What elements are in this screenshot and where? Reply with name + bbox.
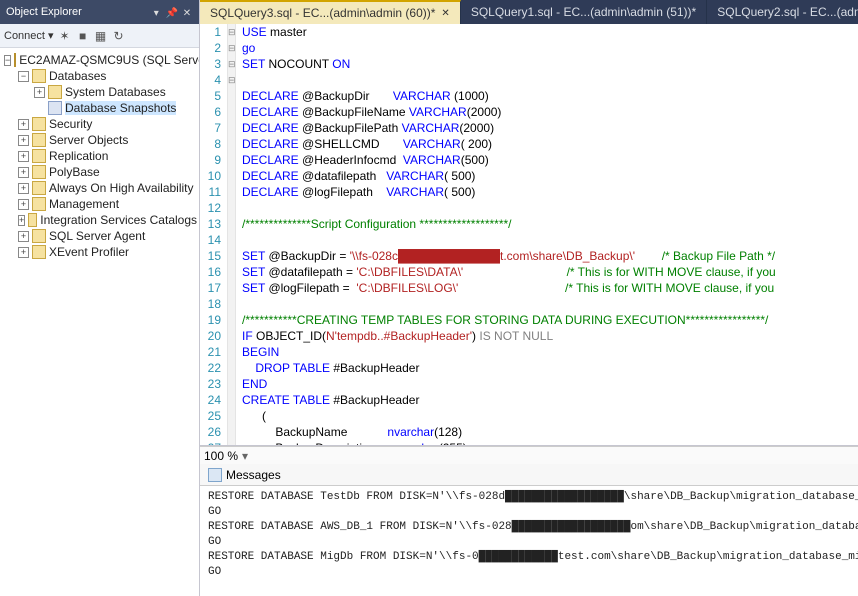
tree-system-databases[interactable]: + System Databases <box>2 84 197 100</box>
messages-icon <box>208 468 222 482</box>
expand-icon[interactable]: + <box>18 199 29 210</box>
tab-label: SQLQuery1.sql - EC...(admin\admin (51))* <box>471 5 696 19</box>
tree-label: Always On High Availability <box>49 181 194 195</box>
tab-sqlquery3[interactable]: SQLQuery3.sql - EC...(admin\admin (60))*… <box>200 0 461 24</box>
editor-tabs: SQLQuery3.sql - EC...(admin\admin (60))*… <box>200 0 858 24</box>
expand-icon[interactable]: + <box>34 87 45 98</box>
editor-area: SQLQuery3.sql - EC...(admin\admin (60))*… <box>200 0 858 596</box>
tree-label: System Databases <box>65 85 166 99</box>
autohide-icon[interactable]: 📌 <box>166 8 178 20</box>
expand-icon[interactable]: + <box>18 231 29 242</box>
object-explorer-tree: − EC2AMAZ-QSMC9US (SQL Server 15.0.4… − … <box>0 48 199 596</box>
messages-pane[interactable]: RESTORE DATABASE TestDb FROM DISK=N'\\fs… <box>200 486 858 596</box>
tree-label: Security <box>49 117 92 131</box>
folder-icon <box>32 181 46 195</box>
folder-icon <box>32 165 46 179</box>
tree-label: Integration Services Catalogs <box>40 213 197 227</box>
collapse-icon[interactable]: − <box>18 71 29 82</box>
tab-close-icon[interactable]: ✕ <box>441 8 449 19</box>
tree-aoha[interactable]: + Always On High Availability <box>2 180 197 196</box>
tree-security[interactable]: + Security <box>2 116 197 132</box>
tab-sqlquery1[interactable]: SQLQuery1.sql - EC...(admin\admin (51))* <box>461 0 707 24</box>
code-editor[interactable]: 1234567891011121314151617181920212223242… <box>200 24 858 446</box>
messages-tab-label: Messages <box>226 468 281 482</box>
snapshot-icon <box>48 101 62 115</box>
line-number-gutter: 1234567891011121314151617181920212223242… <box>200 24 228 445</box>
tree-replication[interactable]: + Replication <box>2 148 197 164</box>
server-label: EC2AMAZ-QSMC9US (SQL Server 15.0.4… <box>19 53 199 67</box>
expand-icon[interactable]: + <box>18 151 29 162</box>
spacer <box>34 103 45 114</box>
tree-database-snapshots[interactable]: Database Snapshots <box>2 100 197 116</box>
tree-label: XEvent Profiler <box>49 245 129 259</box>
expand-icon[interactable]: + <box>18 135 29 146</box>
folder-icon <box>32 197 46 211</box>
outline-gutter: ⊟⊟⊟⊟ <box>228 24 236 445</box>
object-explorer-title: Object Explorer <box>6 6 82 18</box>
tree-label: Replication <box>49 149 108 163</box>
folder-icon <box>32 245 46 259</box>
connect-dropdown[interactable]: Connect ▾ <box>4 29 54 42</box>
expand-icon[interactable]: + <box>18 183 29 194</box>
folder-icon <box>48 85 62 99</box>
filter-icon[interactable]: ▦ <box>94 29 108 43</box>
expand-icon[interactable]: + <box>18 247 29 258</box>
expand-icon[interactable]: + <box>18 119 29 130</box>
zoom-dropdown-icon[interactable]: ▾ <box>242 449 248 463</box>
tab-label: SQLQuery2.sql - EC...(admin\admin (65))* <box>717 5 858 19</box>
tree-label: Server Objects <box>49 133 128 147</box>
expand-icon[interactable]: + <box>18 167 29 178</box>
expand-icon[interactable]: + <box>18 215 25 226</box>
tree-integration-services[interactable]: + Integration Services Catalogs <box>2 212 197 228</box>
close-icon[interactable]: ✕ <box>181 8 193 20</box>
folder-icon <box>28 213 37 227</box>
tree-polybase[interactable]: + PolyBase <box>2 164 197 180</box>
refresh-icon[interactable]: ↻ <box>112 29 126 43</box>
object-explorer-panel: Object Explorer ▾ 📌 ✕ Connect ▾ ✶ ■ ▦ ↻ … <box>0 0 200 596</box>
tree-databases[interactable]: − Databases <box>2 68 197 84</box>
disconnect-icon[interactable]: ✶ <box>58 29 72 43</box>
tree-xevent-profiler[interactable]: + XEvent Profiler <box>2 244 197 260</box>
folder-icon <box>32 133 46 147</box>
tree-label: Management <box>49 197 119 211</box>
object-explorer-toolbar: Connect ▾ ✶ ■ ▦ ↻ <box>0 24 199 48</box>
pin-icon[interactable]: ▾ <box>150 8 162 20</box>
tab-label: SQLQuery3.sql - EC...(admin\admin (60))* <box>210 6 435 20</box>
messages-tab[interactable]: Messages <box>200 464 858 486</box>
code-content[interactable]: USE mastergoSET NOCOUNT ON DECLARE @Back… <box>236 24 858 445</box>
tree-label: Database Snapshots <box>65 101 176 115</box>
folder-icon <box>32 149 46 163</box>
tree-label: PolyBase <box>49 165 100 179</box>
tree-server-node[interactable]: − EC2AMAZ-QSMC9US (SQL Server 15.0.4… <box>2 52 197 68</box>
stop-icon[interactable]: ■ <box>76 29 90 43</box>
tree-management[interactable]: + Management <box>2 196 197 212</box>
folder-icon <box>32 229 46 243</box>
tree-label: Databases <box>49 69 106 83</box>
zoom-label: 100 % <box>204 449 238 463</box>
object-explorer-header: Object Explorer ▾ 📌 ✕ <box>0 0 199 24</box>
folder-icon <box>32 69 46 83</box>
tree-label: SQL Server Agent <box>49 229 145 243</box>
collapse-icon[interactable]: − <box>4 55 11 66</box>
zoom-indicator[interactable]: 100 % ▾ <box>200 446 858 464</box>
tree-server-objects[interactable]: + Server Objects <box>2 132 197 148</box>
tree-sql-server-agent[interactable]: + SQL Server Agent <box>2 228 197 244</box>
folder-icon <box>32 117 46 131</box>
tab-sqlquery2[interactable]: SQLQuery2.sql - EC...(admin\admin (65))* <box>707 0 858 24</box>
server-icon <box>14 53 16 67</box>
